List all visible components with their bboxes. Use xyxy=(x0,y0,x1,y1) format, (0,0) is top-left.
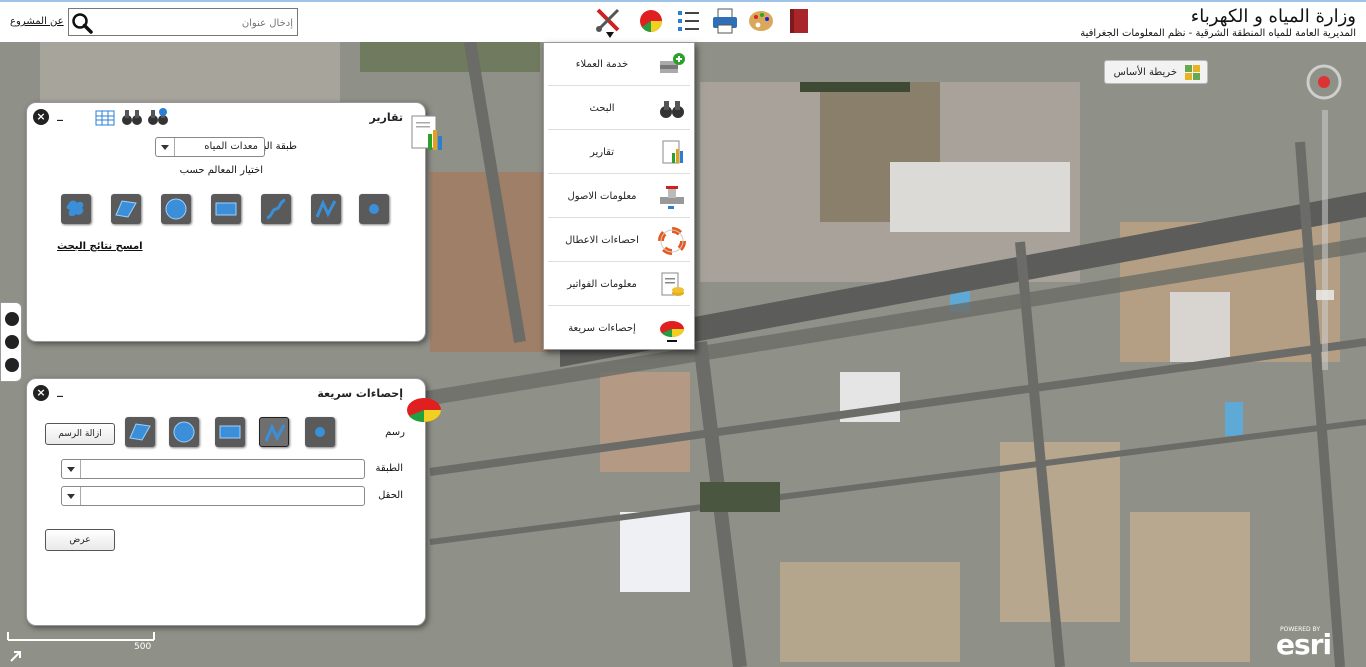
layer-select[interactable] xyxy=(61,459,365,479)
draw-polygon-button[interactable] xyxy=(111,194,141,224)
clear-results-link[interactable]: امسح نتائج البحث xyxy=(57,241,143,252)
freehand-line-icon xyxy=(266,198,286,220)
header-bar: وزارة المياه و الكهرباء المديرية العامة … xyxy=(0,0,1366,42)
esri-logo: esri xyxy=(1276,628,1332,661)
chevron-down-icon xyxy=(62,487,81,505)
pie-chart-icon xyxy=(660,321,684,342)
pie-chart-icon[interactable] xyxy=(636,6,666,36)
select-features-label: اختيار المعالم حسب xyxy=(179,165,263,176)
circle-icon xyxy=(165,198,187,220)
draw-circle-button[interactable] xyxy=(161,194,191,224)
search-icon[interactable] xyxy=(71,12,93,34)
minimize-icon[interactable]: _ xyxy=(57,383,63,397)
address-search xyxy=(68,8,298,36)
basemap-label: خريطة الأساس xyxy=(1113,67,1177,78)
chevron-down-icon xyxy=(62,460,81,478)
minimize-icon[interactable]: _ xyxy=(57,107,63,121)
point-icon xyxy=(315,427,325,437)
reports-panel: × _ تقارير طبقة البحث معدات المياه اختيا… xyxy=(26,102,426,342)
valve-icon xyxy=(660,186,684,209)
reports-panel-title: تقارير xyxy=(369,111,403,124)
draw-circle-button[interactable] xyxy=(169,417,199,447)
menu-item-label: البحث xyxy=(589,103,615,114)
rectangle-icon xyxy=(219,425,241,439)
binoculars-settings-icon[interactable] xyxy=(147,107,169,127)
tools-dropdown-menu: خدمة العملاء البحث تقارير معلومات الاصول… xyxy=(543,42,695,350)
draw-polyline-button[interactable] xyxy=(311,194,341,224)
menu-item-quick-stats[interactable]: إحصاءات سريعة xyxy=(548,309,690,349)
quick-stats-panel: × _ إحصاءات سريعة رسم ازالة الرسم الطبقة… xyxy=(26,378,426,626)
invoice-icon xyxy=(661,272,684,296)
menu-item-label: إحصاءات سريعة xyxy=(568,323,636,334)
menu-item-label: تقارير xyxy=(589,147,615,158)
chevron-up-icon[interactable] xyxy=(5,335,19,349)
menu-item-customer-service[interactable]: خدمة العملاء xyxy=(548,45,690,86)
circle-icon xyxy=(173,421,195,443)
menu-item-billing-info[interactable]: معلومات الفواتير xyxy=(548,265,690,306)
field-select[interactable] xyxy=(61,486,365,506)
polyline-icon xyxy=(315,199,337,218)
search-layer-value: معدات المياه xyxy=(204,141,258,152)
clear-drawing-button[interactable]: ازالة الرسم xyxy=(45,423,115,445)
palette-icon[interactable] xyxy=(746,6,776,36)
polyline-icon xyxy=(264,423,286,442)
point-icon xyxy=(369,204,379,214)
draw-label: رسم xyxy=(385,427,405,438)
draw-freehand-polygon-button[interactable] xyxy=(61,194,91,224)
address-search-input[interactable] xyxy=(99,11,295,35)
draw-rectangle-button[interactable] xyxy=(215,417,245,447)
basemap-button[interactable]: خريطة الأساس xyxy=(1104,60,1208,84)
scale-label: 500 xyxy=(134,642,152,652)
search-layer-select[interactable]: معدات المياه xyxy=(155,137,265,157)
report-icon xyxy=(662,140,683,164)
menu-item-reports[interactable]: تقارير xyxy=(548,133,690,174)
menu-item-label: احصاءات الاعطال xyxy=(565,235,639,246)
customer-service-icon xyxy=(660,53,685,73)
grid-icon xyxy=(1185,65,1200,80)
menu-item-label: معلومات الاصول xyxy=(567,191,637,202)
table-icon[interactable] xyxy=(95,109,115,127)
chevron-down-icon xyxy=(156,138,175,156)
app-title: وزارة المياه و الكهرباء xyxy=(1190,6,1356,27)
menu-item-search[interactable]: البحث xyxy=(548,89,690,130)
app-subtitle: المديرية العامة للمياه المنطقة الشرقية -… xyxy=(1080,28,1356,39)
report-icon xyxy=(411,115,442,150)
menu-item-assets-info[interactable]: معلومات الاصول xyxy=(548,177,690,218)
draw-polyline-button[interactable] xyxy=(259,417,289,447)
chevron-down-icon[interactable] xyxy=(5,358,19,372)
draw-point-button[interactable] xyxy=(359,194,389,224)
draw-rectangle-button[interactable] xyxy=(211,194,241,224)
lifebuoy-icon xyxy=(658,227,686,255)
arrow-up-right-icon[interactable] xyxy=(8,648,24,664)
printer-icon[interactable] xyxy=(710,6,740,36)
menu-item-label: خدمة العملاء xyxy=(575,59,629,70)
compass-icon[interactable] xyxy=(1306,64,1342,100)
quick-stats-panel-title: إحصاءات سريعة xyxy=(317,387,403,400)
about-project-link[interactable]: عن المشروع xyxy=(10,16,64,27)
polygon-icon xyxy=(115,200,137,218)
close-icon[interactable]: × xyxy=(33,385,49,401)
menu-item-fault-stats[interactable]: احصاءات الاعطال xyxy=(548,221,690,262)
pie-chart-icon xyxy=(407,398,441,423)
list-icon[interactable] xyxy=(674,6,704,36)
zoom-slider[interactable] xyxy=(1312,110,1338,370)
layer-label: الطبقة xyxy=(375,463,403,474)
rectangle-icon xyxy=(215,202,237,216)
draw-polygon-button[interactable] xyxy=(125,417,155,447)
draw-freehand-line-button[interactable] xyxy=(261,194,291,224)
field-label: الحقل xyxy=(378,490,403,501)
fast-forward-icon[interactable] xyxy=(5,312,19,326)
book-icon[interactable] xyxy=(784,6,814,36)
binoculars-icon xyxy=(660,101,684,118)
binoculars-icon[interactable] xyxy=(121,107,143,127)
chevron-down-icon xyxy=(606,32,614,38)
polygon-icon xyxy=(129,423,151,441)
menu-item-label: معلومات الفواتير xyxy=(567,279,637,290)
display-button[interactable]: عرض xyxy=(45,529,115,551)
freehand-polygon-icon xyxy=(66,200,84,217)
close-icon[interactable]: × xyxy=(33,109,49,125)
draw-point-button[interactable] xyxy=(305,417,335,447)
side-control-panel xyxy=(0,302,22,382)
